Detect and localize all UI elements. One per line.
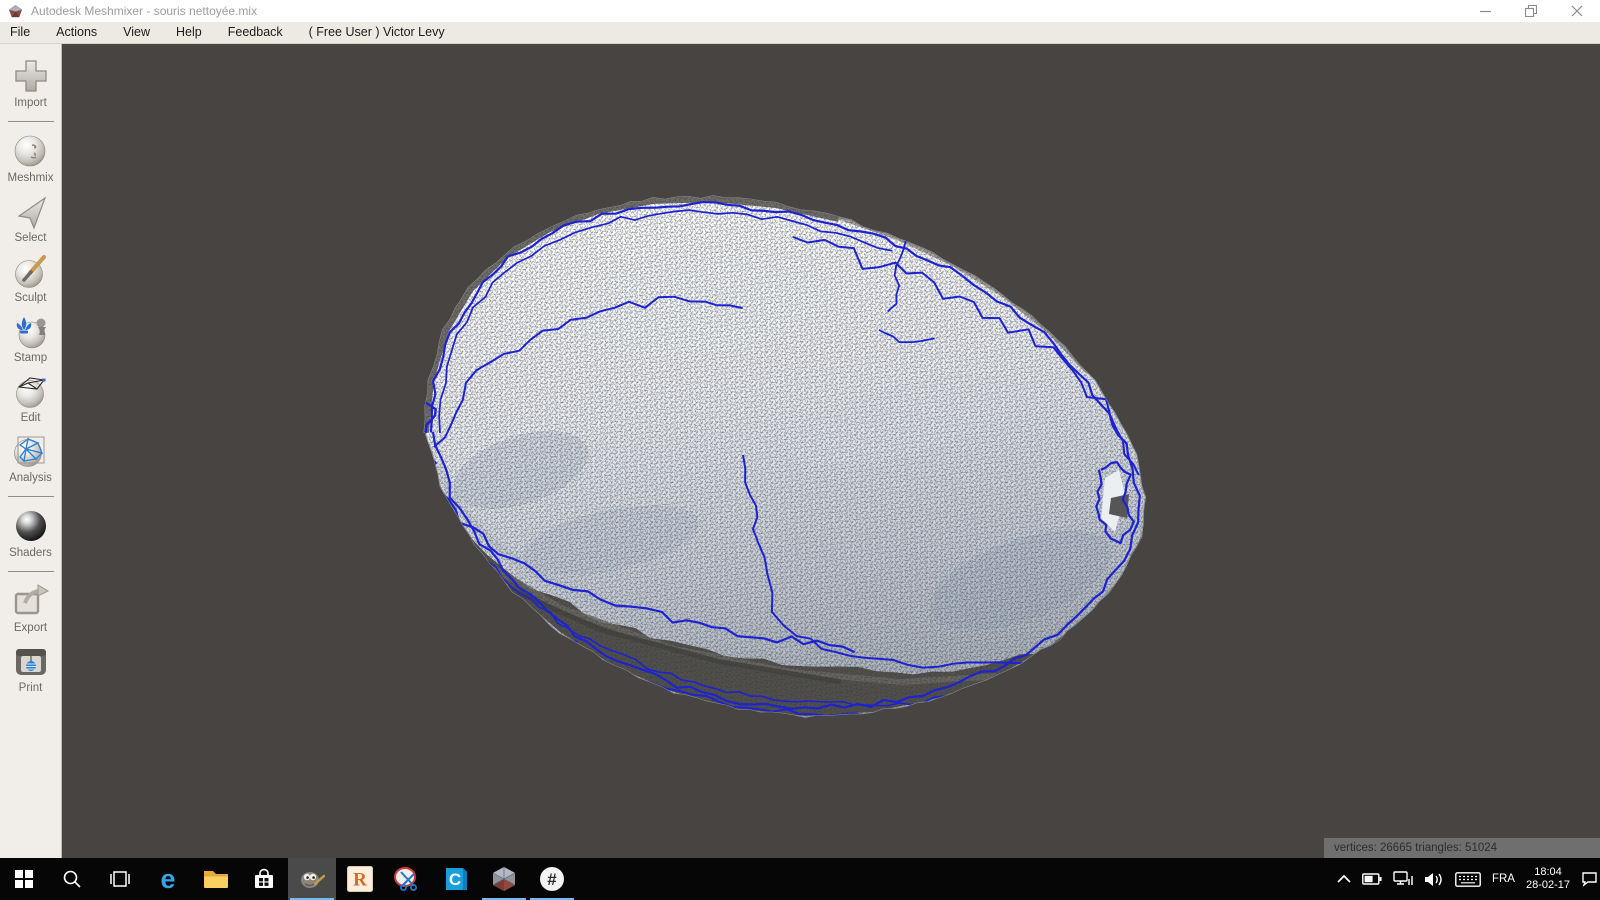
search-icon: [63, 870, 81, 888]
taskbar-app-edge[interactable]: e: [144, 858, 192, 900]
sidebar-item-meshmix[interactable]: Meshmix: [7, 131, 54, 184]
sidebar-item-export[interactable]: Export: [11, 581, 51, 634]
taskbar-app-hash[interactable]: #: [528, 858, 576, 900]
minimize-icon: [1479, 10, 1491, 12]
viewport-3d[interactable]: vertices: 26665 triangles: 51024: [63, 44, 1600, 858]
task-view-icon: [110, 871, 130, 887]
hash-app-icon: #: [540, 867, 564, 891]
tool-sidebar: Import Meshmix Select Sculpt Stamp Edit …: [0, 44, 62, 858]
tool-label: Stamp: [13, 352, 48, 364]
store-icon: [255, 868, 273, 888]
tool-label: Export: [13, 622, 48, 634]
minimize-button[interactable]: [1462, 0, 1508, 22]
menu-file[interactable]: File: [0, 22, 43, 43]
sidebar-item-import[interactable]: Import: [11, 56, 51, 109]
meshmix-face-sphere-icon: [15, 135, 46, 167]
clock-time: 18:04: [1534, 866, 1562, 878]
select-arrow-icon: [16, 196, 46, 230]
print-3dprinter-icon: [15, 649, 46, 675]
sidebar-divider: [7, 571, 54, 572]
tool-label: Select: [14, 232, 47, 244]
titlebar[interactable]: Autodesk Meshmixer - souris nettoyée.mix: [0, 0, 1600, 22]
edit-wireframe-sphere-icon: [15, 377, 45, 408]
system-tray: FRA 18:04 28-02-17: [1337, 858, 1600, 900]
taskbar-app-revit[interactable]: R: [336, 858, 384, 900]
network-icon[interactable]: [1393, 871, 1413, 887]
meshmixer-app-icon: [8, 4, 23, 17]
tool-label: Import: [14, 97, 47, 109]
shaders-chrome-sphere-icon: [15, 511, 46, 541]
language-indicator[interactable]: FRA: [1492, 873, 1515, 885]
volume-icon[interactable]: [1424, 872, 1444, 887]
tool-label: Meshmix: [7, 172, 54, 184]
close-icon: [1571, 5, 1583, 17]
clock-date: 28-02-17: [1525, 879, 1570, 891]
mesh-model-mouse: [423, 195, 1147, 718]
close-button[interactable]: [1554, 0, 1600, 22]
battery-icon[interactable]: [1362, 873, 1382, 885]
menu-feedback[interactable]: Feedback: [215, 22, 296, 43]
taskbar-search-button[interactable]: [48, 858, 96, 900]
sidebar-item-sculpt[interactable]: Sculpt: [11, 251, 51, 304]
windows-logo-icon: [15, 870, 33, 888]
tool-label: Shaders: [9, 547, 52, 559]
restore-button[interactable]: [1508, 0, 1554, 22]
taskbar: e R C # FRA 18:04 28-02-17: [0, 858, 1600, 900]
restore-icon: [1525, 5, 1537, 17]
taskbar-app-gimp[interactable]: [288, 858, 336, 900]
sidebar-divider: [7, 121, 54, 122]
tool-label: Analysis: [9, 472, 52, 484]
tool-label: Print: [18, 682, 43, 694]
menu-help[interactable]: Help: [163, 22, 215, 43]
start-button[interactable]: [0, 858, 48, 900]
taskbar-app-store[interactable]: [240, 858, 288, 900]
sculpt-brush-sphere-icon: [14, 255, 46, 288]
sidebar-item-analysis[interactable]: Analysis: [9, 431, 52, 484]
meshmixer-polyhedron-icon: [492, 867, 516, 891]
menu-account[interactable]: ( Free User ) Victor Levy: [296, 22, 458, 43]
revit-icon: R: [347, 866, 373, 892]
action-center-icon[interactable]: [1581, 871, 1598, 887]
stamp-fleur-icon: [16, 317, 46, 349]
task-view-button[interactable]: [96, 858, 144, 900]
sidebar-item-edit[interactable]: Edit: [11, 371, 51, 424]
menubar: File Actions View Help Feedback ( Free U…: [0, 22, 1600, 44]
sidebar-item-shaders[interactable]: Shaders: [9, 506, 52, 559]
cura-icon: C: [446, 868, 467, 890]
status-bar: vertices: 26665 triangles: 51024: [1324, 838, 1600, 858]
svg-text:C: C: [449, 870, 461, 889]
taskbar-app-cura[interactable]: C: [432, 858, 480, 900]
taskbar-app-snipping[interactable]: [384, 858, 432, 900]
svg-text:#: #: [547, 870, 557, 889]
sidebar-divider: [7, 496, 54, 497]
svg-text:R: R: [353, 870, 367, 891]
sidebar-item-print[interactable]: Print: [11, 641, 51, 694]
tool-label: Sculpt: [14, 292, 47, 304]
import-plus-icon: [14, 60, 47, 92]
file-explorer-icon: [204, 871, 228, 888]
sidebar-item-stamp[interactable]: Stamp: [11, 311, 51, 364]
tool-label: Edit: [20, 412, 41, 424]
taskbar-app-meshmixer[interactable]: [480, 858, 528, 900]
clock[interactable]: 18:04 28-02-17: [1526, 866, 1570, 892]
scissors-icon: [394, 867, 417, 891]
chevron-up-icon[interactable]: [1337, 874, 1351, 884]
taskbar-app-file-explorer[interactable]: [192, 858, 240, 900]
edge-icon: e: [160, 863, 176, 894]
analysis-mesh-sphere-icon: [14, 436, 45, 467]
keyboard-icon[interactable]: [1455, 871, 1481, 887]
export-arrow-icon: [14, 584, 49, 615]
menu-view[interactable]: View: [110, 22, 163, 43]
sidebar-item-select[interactable]: Select: [11, 191, 51, 244]
window-title: Autodesk Meshmixer - souris nettoyée.mix: [31, 4, 258, 18]
gimp-icon: [301, 872, 325, 888]
menu-actions[interactable]: Actions: [43, 22, 110, 43]
